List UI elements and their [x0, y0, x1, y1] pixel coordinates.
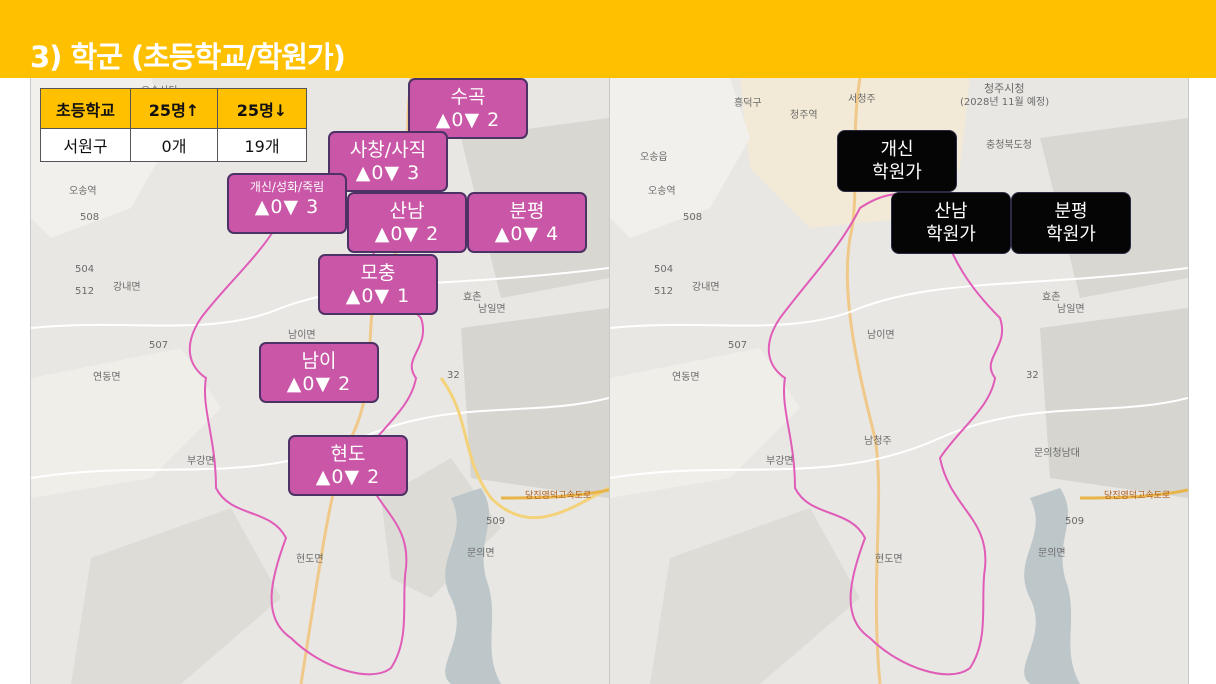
region-counts: ▲0▼ 3 — [254, 196, 320, 218]
map-label: 남이면 — [867, 330, 895, 341]
academy-name: 분평 — [1054, 201, 1088, 222]
region-box-hyeondo[interactable]: 현도 ▲0▼ 2 — [288, 435, 408, 496]
region-counts: ▲0▼ 2 — [315, 466, 381, 488]
academy-name: 산남 — [934, 201, 968, 222]
map-label: 508 — [80, 212, 100, 223]
map-label: 오송읍 — [640, 152, 668, 163]
map-label: 부강면 — [187, 456, 215, 467]
map-label: 32 — [447, 370, 460, 381]
map-label: 508 — [683, 212, 703, 223]
map-label: 연동면 — [93, 372, 121, 383]
table-header-row: 초등학교 25명↑ 25명↓ — [40, 88, 307, 129]
table-header-cell: 초등학교 — [40, 88, 131, 129]
map-label: 충청북도청 — [986, 140, 1032, 151]
map-label: 서청주 — [848, 94, 876, 105]
map-label: 509 — [1065, 516, 1085, 527]
map-label: 남일면 — [478, 304, 506, 315]
map-label: 강내면 — [692, 282, 720, 293]
map-label: 흥덕구 — [734, 98, 762, 109]
map-label: (2028년 11월 예정) — [960, 97, 1050, 108]
region-name: 남이 — [301, 350, 337, 372]
region-box-bunpyeong[interactable]: 분평 ▲0▼ 4 — [467, 192, 587, 253]
map-label: 507 — [149, 340, 169, 351]
academy-label: 학원가 — [1046, 224, 1096, 245]
map-label: 문의면 — [467, 548, 495, 559]
academy-box-bunpyeong[interactable]: 분평 학원가 — [1011, 192, 1131, 254]
region-counts: ▲0▼ 3 — [355, 162, 421, 184]
academy-label: 학원가 — [926, 224, 976, 245]
map-label: 문의면 — [1038, 548, 1066, 559]
map-label: 32 — [1026, 370, 1039, 381]
region-counts: ▲0▼ 2 — [286, 373, 352, 395]
map-label: 509 — [486, 516, 506, 527]
table-cell: 19개 — [217, 128, 307, 162]
academy-name: 개신 — [880, 139, 914, 160]
region-box-nami[interactable]: 남이 ▲0▼ 2 — [259, 342, 379, 403]
map-label: 504 — [75, 264, 95, 275]
map-label: 512 — [75, 286, 95, 297]
academy-box-sannam[interactable]: 산남 학원가 — [891, 192, 1011, 254]
map-label: 오송역 — [69, 186, 97, 197]
region-box-sannam[interactable]: 산남 ▲0▼ 2 — [347, 192, 467, 253]
map-label: 남일면 — [1057, 304, 1085, 315]
map-label: 507 — [728, 340, 748, 351]
map-label: 문의청남대 — [1034, 448, 1080, 459]
table-cell: 0개 — [130, 128, 218, 162]
map-label: 남청주 — [864, 436, 892, 447]
region-box-mochung[interactable]: 모충 ▲0▼ 1 — [318, 254, 438, 315]
region-box-sugok[interactable]: 수곡 ▲0▼ 2 — [408, 78, 528, 139]
region-box-gaesin[interactable]: 개신/성화/죽림 ▲0▼ 3 — [227, 173, 347, 234]
map-label: 청주역 — [790, 110, 818, 121]
table-header-cell: 25명↓ — [217, 88, 307, 129]
map-label: 현도면 — [296, 554, 324, 565]
map-label: 현도면 — [875, 554, 903, 565]
region-name: 분평 — [509, 200, 545, 222]
table-header-cell: 25명↑ — [130, 88, 218, 129]
region-name: 사창/사직 — [349, 139, 427, 161]
map-label: 남이면 — [288, 330, 316, 341]
table-row: 서원구 0개 19개 — [40, 128, 307, 162]
page-title: 3) 학군 (초등학교/학원가) — [30, 40, 346, 74]
region-name: 개신/성화/죽림 — [249, 180, 325, 194]
map-label: 오송역 — [648, 186, 676, 197]
map-label: 504 — [654, 264, 674, 275]
region-counts: ▲0▼ 2 — [435, 109, 501, 131]
map-label: 강내면 — [113, 282, 141, 293]
map-label: 연동면 — [672, 372, 700, 383]
academy-label: 학원가 — [872, 162, 922, 183]
map-label: 512 — [654, 286, 674, 297]
map-label: 부강면 — [766, 456, 794, 467]
region-name: 모충 — [360, 262, 396, 284]
region-name: 수곡 — [450, 86, 486, 108]
elementary-school-table: 초등학교 25명↑ 25명↓ 서원구 0개 19개 — [40, 88, 307, 162]
header-bar: 3) 학군 (초등학교/학원가) — [0, 0, 1216, 78]
region-counts: ▲0▼ 2 — [374, 223, 440, 245]
map-label: 당진영덕고속도로 — [1104, 491, 1171, 501]
region-name: 현도 — [330, 443, 366, 465]
table-cell: 서원구 — [40, 128, 131, 162]
map-label: 당진영덕고속도로 — [525, 491, 592, 501]
region-name: 산남 — [389, 200, 425, 222]
region-counts: ▲0▼ 1 — [345, 285, 411, 307]
region-counts: ▲0▼ 4 — [494, 223, 560, 245]
academy-box-gaesin[interactable]: 개신 학원가 — [837, 130, 957, 192]
